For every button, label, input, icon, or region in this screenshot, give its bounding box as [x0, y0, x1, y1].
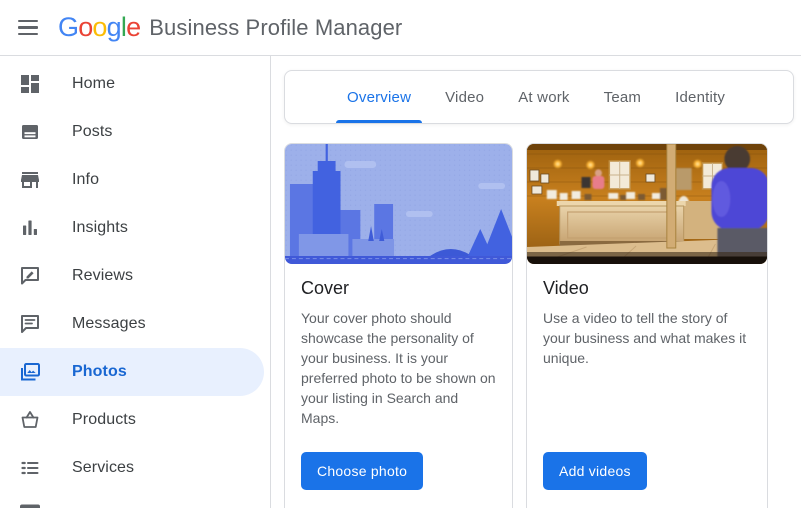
- sidebar-item-messages[interactable]: Messages: [0, 300, 270, 348]
- dashboard-icon: [18, 72, 42, 96]
- card-title-video: Video: [543, 278, 589, 298]
- logo-letter: o: [78, 12, 93, 42]
- sidebar-item-label: Photos: [72, 363, 127, 380]
- tab-video[interactable]: Video: [428, 71, 501, 123]
- card-title-cover: Cover: [301, 278, 350, 298]
- sidebar-nav: Home Posts Info Insights Reviews Message…: [0, 56, 271, 508]
- sidebar-item-home[interactable]: Home: [0, 60, 270, 108]
- sidebar-item-partial[interactable]: [0, 492, 270, 508]
- sidebar-item-label: Home: [72, 75, 116, 92]
- bar-chart-icon: [18, 216, 42, 240]
- sidebar-item-label: Insights: [72, 219, 128, 236]
- sidebar-item-posts[interactable]: Posts: [0, 108, 270, 156]
- sidebar-item-photos[interactable]: Photos: [0, 348, 264, 396]
- photos-tab-bar: Overview Video At work Team Identity: [284, 70, 794, 124]
- app-title: Business Profile Manager: [149, 14, 403, 40]
- photo-library-icon: [18, 360, 42, 384]
- sidebar-item-label: Info: [72, 171, 100, 188]
- logo-letter: g: [106, 12, 122, 42]
- choose-photo-button[interactable]: Choose photo: [301, 452, 424, 490]
- sidebar-item-label: Products: [72, 411, 136, 428]
- chat-icon: [18, 312, 42, 336]
- logo-letter: o: [92, 12, 107, 42]
- photos-main-panel: Overview Video At work Team Identity Cov…: [271, 56, 801, 508]
- sidebar-item-label: Reviews: [72, 267, 134, 284]
- sidebar-item-products[interactable]: Products: [0, 396, 270, 444]
- sidebar-item-insights[interactable]: Insights: [0, 204, 270, 252]
- tab-identity[interactable]: Identity: [658, 71, 742, 123]
- sidebar-item-info[interactable]: Info: [0, 156, 270, 204]
- app-header: G o o g l e Business Profile Manager: [0, 0, 801, 56]
- video-card: Video Use a video to tell the story of y…: [526, 143, 768, 508]
- cover-illustration: [285, 144, 512, 264]
- rate-review-icon: [18, 264, 42, 288]
- card-body-cover: Your cover photo should showcase the per…: [301, 310, 496, 426]
- sidebar-item-label: Posts: [72, 123, 113, 140]
- store-interior-photo: [527, 144, 767, 264]
- tab-team[interactable]: Team: [587, 71, 658, 123]
- posts-icon: [18, 120, 42, 144]
- tab-at-work[interactable]: At work: [501, 71, 586, 123]
- cover-photo-card: Cover Your cover photo should showcase t…: [284, 143, 513, 508]
- list-icon: [18, 456, 42, 480]
- google-logo: G o o g l e: [58, 12, 141, 43]
- logo-letter: G: [58, 12, 79, 42]
- basket-icon: [18, 408, 42, 432]
- business-profile-manager-page: G o o g l e Business Profile Manager Hom…: [0, 0, 801, 508]
- storefront-icon: [18, 168, 42, 192]
- card-body-video: Use a video to tell the story of your bu…: [543, 310, 747, 366]
- sidebar-item-services[interactable]: Services: [0, 444, 270, 492]
- menu-hamburger-icon[interactable]: [17, 16, 41, 40]
- sidebar-item-reviews[interactable]: Reviews: [0, 252, 270, 300]
- partially-visible-icon: [18, 504, 42, 508]
- sidebar-item-label: Messages: [72, 315, 146, 332]
- add-videos-button[interactable]: Add videos: [543, 452, 647, 490]
- tab-overview[interactable]: Overview: [330, 71, 428, 123]
- sidebar-item-label: Services: [72, 459, 135, 476]
- logo-letter: e: [126, 12, 141, 42]
